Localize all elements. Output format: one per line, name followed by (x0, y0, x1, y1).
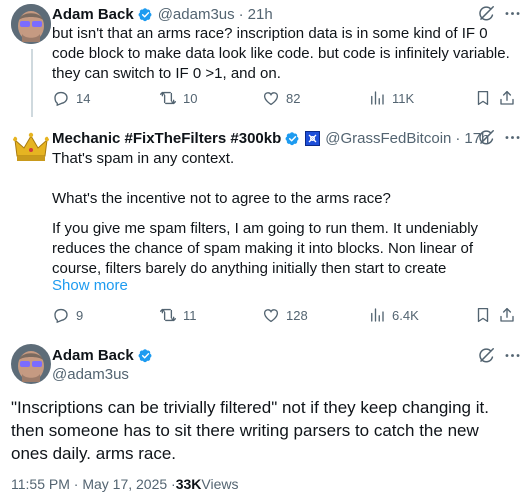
tweet-text-p1: That's spam in any context. (52, 150, 235, 167)
grok-icon[interactable] (477, 346, 496, 365)
views-button[interactable]: 6.4K (368, 306, 419, 324)
like-icon (262, 89, 280, 107)
more-icon[interactable] (503, 346, 522, 365)
tweet-time[interactable]: 21h (248, 6, 273, 23)
like-count: 128 (286, 307, 308, 323)
author-name[interactable]: Mechanic #FixTheFilters #300kb (52, 130, 281, 147)
tweet-actions: 14 10 82 11K (52, 89, 520, 109)
show-more-link[interactable]: Show more (52, 276, 128, 296)
author-name[interactable]: Adam Back (52, 347, 134, 364)
meta-separator: · (238, 5, 244, 23)
author-handle[interactable]: @GrassFedBitcoin (325, 130, 451, 147)
avatar-image (11, 4, 51, 44)
views-icon (368, 306, 386, 324)
bookmark-icon (474, 306, 492, 324)
repost-icon (159, 89, 177, 107)
more-icon[interactable] (503, 4, 522, 23)
grok-icon[interactable] (477, 128, 496, 147)
more-icon[interactable] (503, 128, 522, 147)
like-count: 82 (286, 90, 301, 106)
grok-icon[interactable] (477, 4, 496, 23)
bookmark-icon (474, 89, 492, 107)
verified-badge-icon (137, 6, 154, 23)
views-button[interactable]: 11K (368, 89, 414, 107)
like-icon (262, 306, 280, 324)
tweet-1[interactable]: Adam Back @adam3us · 21h but isn't that … (0, 0, 528, 118)
tweet-timestamp[interactable]: 11:55 PM · May 17, 2025 · (11, 476, 176, 492)
main-tweet: Adam Back @adam3us "Inscriptions can be … (0, 336, 528, 498)
reply-icon (52, 306, 70, 324)
meta-separator: · (455, 129, 461, 147)
share-icon (498, 89, 516, 107)
views-label: Views (201, 476, 239, 492)
repost-count: 11 (183, 307, 197, 323)
like-button[interactable]: 82 (262, 89, 300, 107)
bookmark-button[interactable] (474, 89, 492, 107)
author-handle[interactable]: @adam3us (52, 366, 129, 383)
views-icon (368, 89, 386, 107)
avatar-image (11, 344, 51, 384)
author-handle[interactable]: @adam3us (158, 6, 235, 23)
avatar-adam-back[interactable] (11, 344, 51, 384)
like-button[interactable]: 128 (262, 306, 308, 324)
tweet-2[interactable]: Mechanic #FixTheFilters #300kb @GrassFed… (0, 118, 528, 336)
tweet-text-p2: What's the incentive not to agree to the… (52, 190, 391, 207)
crown-avatar-icon (12, 132, 50, 161)
avatar-adam-back[interactable] (11, 4, 51, 44)
reply-button[interactable]: 14 (52, 89, 90, 107)
share-icon (498, 306, 516, 324)
tweet-actions: 9 11 128 6.4K (52, 306, 520, 326)
share-button[interactable] (498, 89, 516, 107)
tweet-text: but isn't that an arms race? inscription… (52, 25, 510, 82)
thread-line (31, 49, 33, 117)
avatar-mechanic[interactable] (11, 128, 51, 168)
views-count: 33K (175, 476, 202, 492)
repost-count: 10 (183, 90, 198, 106)
bookmark-button[interactable] (474, 306, 492, 324)
reply-button[interactable]: 9 (52, 306, 83, 324)
tweet-text-p3: If you give me spam filters, I am going … (52, 220, 479, 277)
views-count: 6.4K (392, 307, 419, 323)
reply-count: 9 (76, 307, 84, 323)
verified-badge-icon (284, 130, 301, 147)
main-tweet-text: "Inscriptions can be trivially filtered"… (11, 398, 489, 463)
views-count: 11K (392, 90, 415, 106)
repost-icon (159, 306, 177, 324)
repost-button[interactable]: 10 (159, 89, 197, 107)
verified-badge-icon (137, 347, 154, 364)
share-button[interactable] (498, 306, 516, 324)
reply-icon (52, 89, 70, 107)
repost-button[interactable]: 11 (159, 306, 197, 324)
affiliate-badge-icon[interactable] (305, 130, 321, 146)
author-name[interactable]: Adam Back (52, 6, 134, 23)
reply-count: 14 (76, 90, 91, 106)
